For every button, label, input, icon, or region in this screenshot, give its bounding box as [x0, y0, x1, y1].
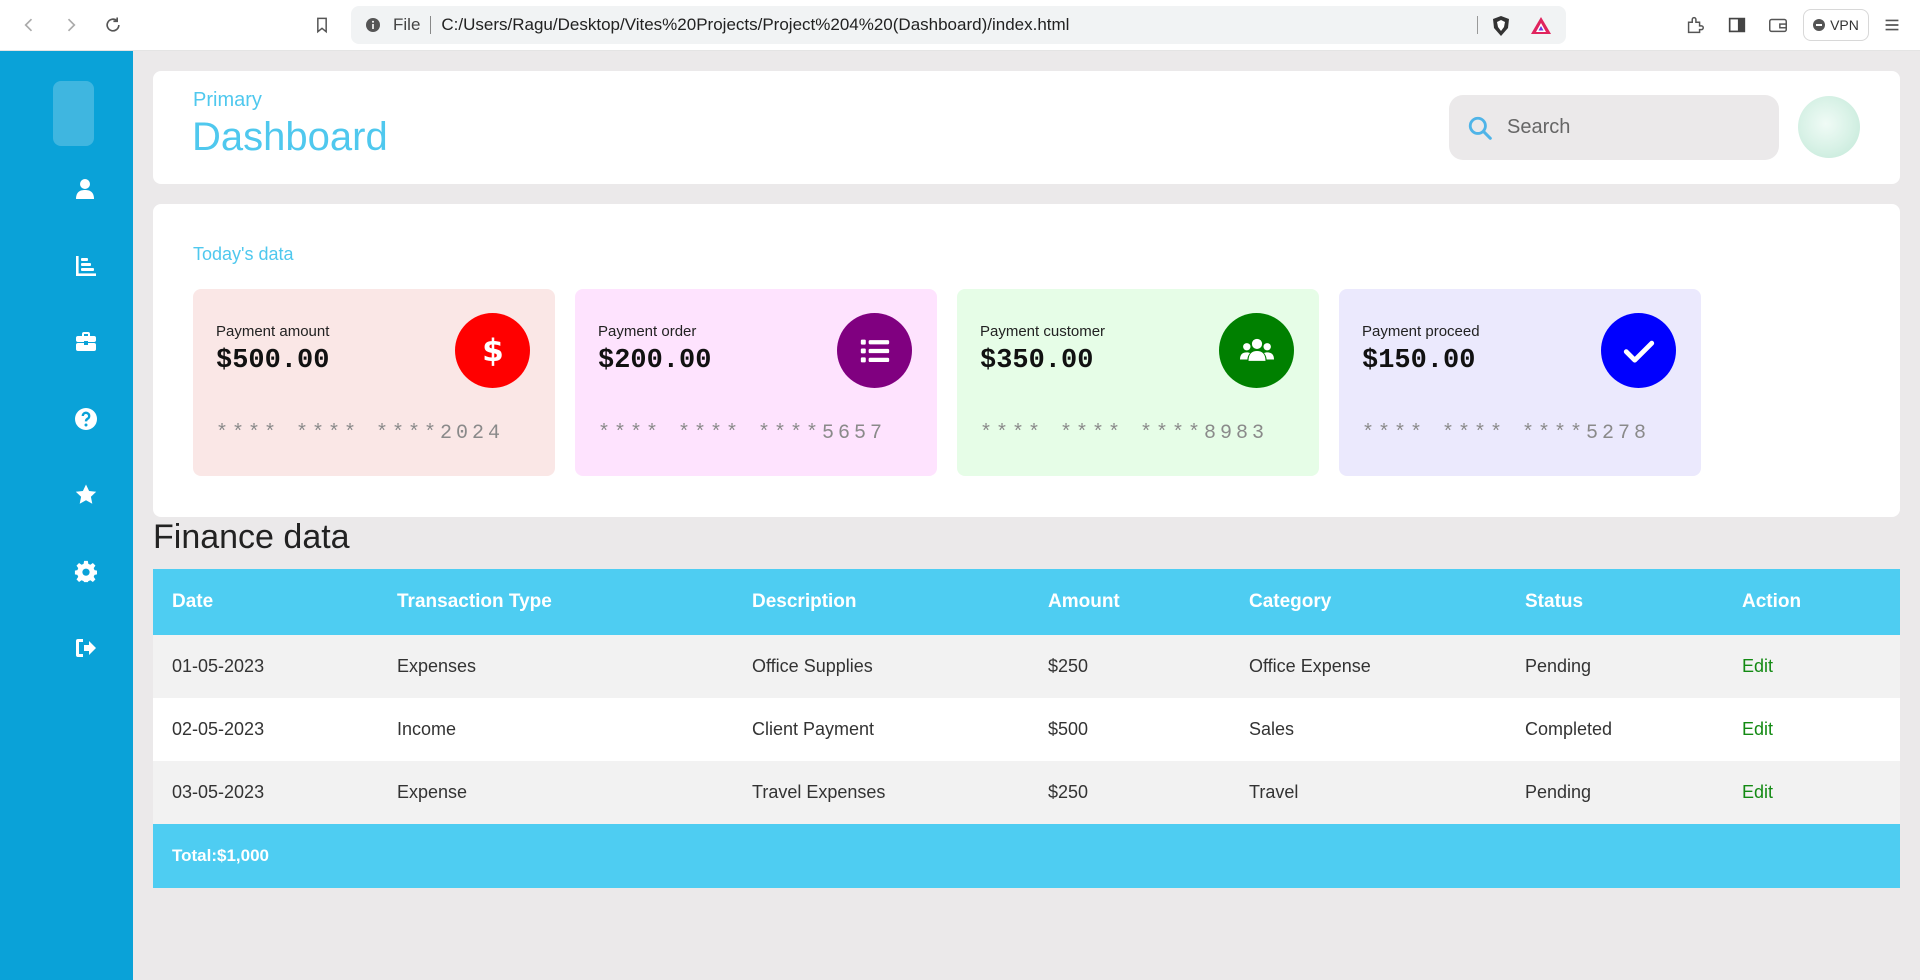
table-cell: 03-05-2023 [172, 782, 265, 802]
dollar-icon: $ [455, 313, 530, 388]
address-separator [430, 16, 432, 34]
address-bar[interactable]: File C:/Users/Ragu/Desktop/Vites%20Proje… [351, 6, 1566, 44]
address-separator-right [1477, 16, 1478, 34]
header-subtitle: Primary [193, 89, 262, 111]
column-header[interactable]: Status [1525, 569, 1583, 635]
info-icon[interactable] [365, 17, 381, 33]
table-cell: Income [397, 719, 457, 739]
payment-card-title: Payment amount [216, 323, 330, 340]
payment-card: Payment proceed $150.00 **** **** ****52… [1339, 289, 1701, 476]
avatar[interactable] [1798, 96, 1860, 158]
vpn-button[interactable]: VPN [1803, 9, 1869, 41]
table-cell: Travel [1249, 782, 1299, 802]
payment-card-amount: $500.00 [216, 346, 330, 376]
url-text[interactable]: C:/Users/Ragu/Desktop/Vites%20Projects/P… [441, 15, 1069, 35]
column-header[interactable]: Description [752, 569, 857, 635]
check-icon [1601, 313, 1676, 388]
reload-icon[interactable] [101, 13, 125, 37]
payment-card-amount: $200.00 [598, 346, 712, 376]
column-header[interactable]: Amount [1048, 569, 1120, 635]
menu-icon[interactable] [1880, 13, 1904, 37]
users-icon [1219, 313, 1294, 388]
table-cell: $500 [1048, 719, 1089, 739]
edit-link[interactable]: Edit [1742, 761, 1773, 824]
table-row: 02-05-2023 Income Client Payment $500 Sa… [153, 698, 1900, 761]
edit-link[interactable]: Edit [1742, 635, 1773, 698]
search-box[interactable] [1449, 95, 1779, 160]
table-cell: 02-05-2023 [172, 719, 265, 739]
table-header-row: Date Transaction Type Description Amount… [153, 569, 1900, 635]
logo[interactable] [53, 81, 94, 146]
table-cell: Expense [397, 782, 468, 802]
brave-shield-icon[interactable] [1490, 15, 1512, 37]
table-cell: Pending [1525, 782, 1592, 802]
payment-card-number: **** **** ****8983 [980, 422, 1269, 445]
table-cell: $250 [1048, 782, 1089, 802]
table-cell: Sales [1249, 719, 1295, 739]
star-icon[interactable] [71, 480, 101, 510]
payment-card-number: **** **** ****2024 [216, 422, 505, 445]
sidebar-toggle-icon[interactable] [1725, 13, 1749, 37]
header-card: Primary Dashboard [153, 71, 1900, 184]
payment-card-amount: $150.00 [1362, 346, 1476, 376]
back-icon[interactable] [17, 13, 41, 37]
table-total-row: Total:$1,000 [153, 824, 1900, 888]
table-cell: Completed [1525, 719, 1613, 739]
payment-card-number: **** **** ****5278 [1362, 422, 1651, 445]
gear-icon[interactable] [71, 557, 101, 587]
payment-card-title: Payment order [598, 323, 697, 340]
payment-card-amount: $350.00 [980, 346, 1094, 376]
browser-toolbar: File C:/Users/Ragu/Desktop/Vites%20Proje… [0, 0, 1920, 51]
payment-card: Payment customer $350.00 **** **** ****8… [957, 289, 1319, 476]
payment-card: Payment order $200.00 **** **** ****5657 [575, 289, 937, 476]
search-input[interactable] [1507, 116, 1747, 139]
forward-icon[interactable] [59, 13, 83, 37]
column-header[interactable]: Date [172, 569, 213, 635]
wallet-icon[interactable] [1766, 13, 1790, 37]
search-icon[interactable] [1465, 113, 1495, 143]
todays-data-label: Today's data [193, 244, 294, 264]
file-label: File [393, 15, 421, 34]
table-cell: Office Supplies [752, 656, 873, 676]
briefcase-icon[interactable] [71, 327, 101, 357]
vpn-label: VPN [1830, 17, 1859, 33]
payment-card-title: Payment proceed [1362, 323, 1480, 340]
payment-card-title: Payment customer [980, 323, 1106, 340]
svg-text:$: $ [482, 334, 504, 368]
finance-table: Date Transaction Type Description Amount… [153, 569, 1900, 888]
page-title: Dashboard [192, 115, 388, 159]
vpn-status-icon [1813, 19, 1826, 31]
column-header[interactable]: Transaction Type [397, 569, 552, 635]
sidebar [0, 51, 133, 980]
table-row: 03-05-2023 Expense Travel Expenses $250 … [153, 761, 1900, 824]
payment-card: Payment amount $500.00 **** **** ****202… [193, 289, 555, 476]
column-header[interactable]: Action [1742, 569, 1801, 635]
finance-title: Finance data [153, 518, 350, 556]
chart-icon[interactable] [71, 251, 101, 281]
total-amount: Total:$1,000 [172, 846, 270, 865]
question-icon[interactable] [71, 404, 101, 434]
table-cell: Expenses [397, 656, 477, 676]
table-cell: 01-05-2023 [172, 656, 265, 676]
bookmark-icon[interactable] [310, 13, 334, 37]
list-icon [837, 313, 912, 388]
table-cell: Pending [1525, 656, 1592, 676]
table-cell: Client Payment [752, 719, 875, 739]
payment-card-number: **** **** ****5657 [598, 422, 887, 445]
table-cell: Travel Expenses [752, 782, 886, 802]
table-cell: $250 [1048, 656, 1089, 676]
extensions-icon[interactable] [1683, 13, 1707, 37]
todays-data-card: Today's data Payment amount $500.00 ****… [153, 204, 1900, 517]
brave-rewards-icon[interactable] [1530, 15, 1552, 37]
table-cell: Office Expense [1249, 656, 1371, 676]
user-icon[interactable] [70, 174, 100, 204]
edit-link[interactable]: Edit [1742, 698, 1773, 761]
logout-icon[interactable] [71, 633, 101, 663]
table-row: 01-05-2023 Expenses Office Supplies $250… [153, 635, 1900, 698]
column-header[interactable]: Category [1249, 569, 1331, 635]
